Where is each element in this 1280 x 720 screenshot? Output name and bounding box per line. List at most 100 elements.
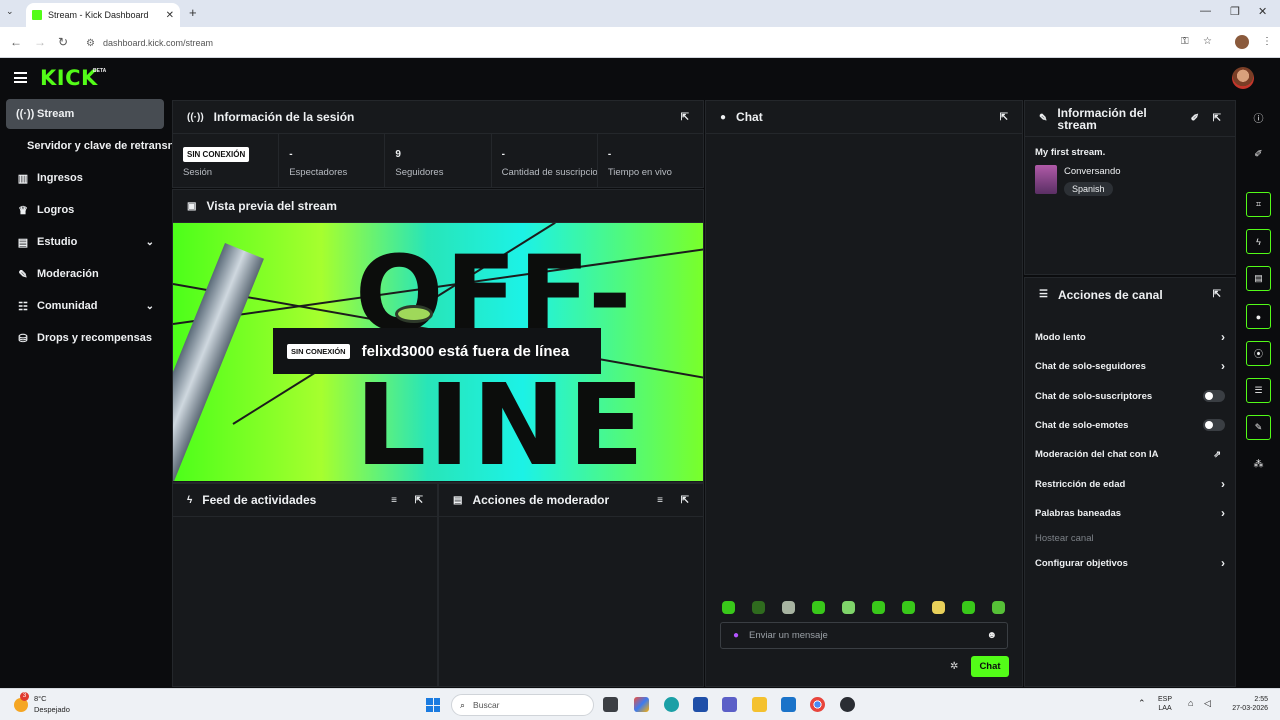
teams-icon[interactable] [722,697,737,712]
camera-focus-icon[interactable]: ⌗ [1246,192,1271,217]
url-field[interactable]: ⚙ dashboard.kick.com/stream [86,33,213,53]
action-label: Restricción de edad [1035,478,1126,490]
action-age-restriction[interactable]: Restricción de edad › [1035,474,1225,494]
close-window-icon[interactable]: ✕ [1258,5,1267,18]
emote-icon[interactable] [752,601,765,614]
sidebar-item-server-key[interactable]: Servidor y clave de retransn [6,131,176,161]
gear-icon[interactable]: ✲ [950,661,958,672]
edit-pencil-icon[interactable]: ✐ [1246,142,1271,167]
new-tab-icon[interactable]: + [189,5,197,20]
filter-icon[interactable]: ≡ [657,495,663,506]
popout-icon[interactable]: ⇱ [1213,113,1221,124]
sidebar-item-moderation[interactable]: ✎ Moderación [6,259,164,289]
dashboard-sidebar: ((·)) Stream Servidor y clave de retrans… [0,98,174,688]
lightning-icon[interactable]: ϟ [1246,229,1271,254]
popout-icon[interactable]: ⇱ [1213,289,1221,300]
popout-icon[interactable]: ⇱ [1000,112,1008,123]
show-hidden-icons-icon[interactable]: ⌃ [1138,699,1146,708]
popout-icon[interactable]: ⇱ [681,112,689,123]
action-followers-only[interactable]: Chat de solo-seguidores › [1035,356,1225,376]
browser-tab[interactable]: Stream - Kick Dashboard ✕ [26,3,180,27]
sidebar-item-drops[interactable]: ⛁ Drops y recompensas [6,323,164,353]
chrome-icon[interactable] [810,697,825,712]
clock[interactable]: 2:55 27-03-2026 [1222,695,1268,713]
action-subscribers-only: Chat de solo-suscriptores [1035,386,1225,406]
action-banned-words[interactable]: Palabras baneadas › [1035,503,1225,523]
chat-panel: ● Chat ⇱ [705,100,1023,687]
browser-menu-icon[interactable]: ⋮ [1262,36,1272,47]
studio-icon: ▤ [17,236,29,249]
edit-pencil-icon[interactable]: ✐ [1191,113,1199,124]
emote-icon[interactable] [932,601,945,614]
restore-icon[interactable]: ❐ [1230,5,1240,18]
microphone-icon[interactable]: ● [733,630,739,641]
chat-message-input[interactable]: ● Enviar un mensaje ☻ [720,622,1008,649]
action-ai-moderation[interactable]: Moderación del chat con IA ⇗ [1035,444,1225,464]
sidebar-item-community[interactable]: ☷ Comunidad ⌄ [6,291,164,321]
browser-profile-icon[interactable] [1235,35,1249,49]
close-tab-icon[interactable]: ✕ [166,10,174,21]
channel-actions-icon[interactable]: ☰ [1246,378,1271,403]
action-slow-mode[interactable]: Modo lento › [1035,327,1225,347]
emote-icon[interactable] [902,601,915,614]
sidebar-item-achievements[interactable]: ♛ Logros [6,195,164,225]
filter-icon[interactable]: ≡ [391,495,397,506]
back-icon[interactable]: ← [10,35,22,49]
emote-icon[interactable] [872,601,885,614]
volume-icon[interactable]: ◁ [1204,699,1211,708]
emotes-only-toggle[interactable] [1203,419,1225,431]
copilot-icon[interactable] [634,697,649,712]
emote-icon[interactable] [992,601,1005,614]
task-view-icon[interactable] [603,697,618,712]
panel-header: ✎ Información del stream ✐ ⇱ [1025,101,1235,137]
bookmark-star-icon[interactable]: ☆ [1203,36,1212,47]
sidebar-item-stream[interactable]: ((·)) Stream [6,99,164,129]
kick-logo[interactable]: KICK [40,66,98,90]
send-chat-button[interactable]: Chat [971,656,1009,677]
site-info-icon[interactable]: ⚙ [86,38,95,49]
emote-icon[interactable] [722,601,735,614]
subscribers-only-toggle[interactable] [1203,390,1225,402]
file-explorer-icon[interactable] [752,697,767,712]
edge-icon[interactable] [664,697,679,712]
tab-search-icon[interactable]: ⌄ [6,6,14,17]
wrench-icon[interactable]: ✎ [1246,415,1271,440]
action-goals[interactable]: Configurar objetivos › [1035,553,1225,573]
clipboard-icon[interactable]: ▤ [1246,266,1271,291]
chat-bubble-icon[interactable]: ● [1246,304,1271,329]
store-icon[interactable] [693,697,708,712]
emoji-icon[interactable]: ☻ [986,630,997,641]
broadcast-icon: ((·)) [187,111,204,123]
weather-widget[interactable]: 3 8°C Despejado [14,692,74,716]
broadcast-icon[interactable]: ⦿ [1246,341,1271,366]
menu-icon[interactable] [14,72,27,83]
preview-icon: ▣ [187,200,197,212]
emote-icon[interactable] [812,601,825,614]
sidebar-item-label: Logros [37,204,75,216]
network-icon[interactable]: ⌂ [1188,699,1193,708]
sidebar-item-revenue[interactable]: ▥ Ingresos [6,163,164,193]
forward-icon[interactable]: → [34,35,46,49]
outlook-icon[interactable] [781,697,796,712]
add-widget-icon[interactable]: ⁂ [1246,452,1271,477]
taskbar-search[interactable]: ⌕ Buscar [451,694,594,716]
popout-icon[interactable]: ⇱ [415,495,423,506]
chevron-right-icon: › [1221,330,1225,344]
password-key-icon[interactable]: ⚿ [1181,36,1189,47]
tab-title: Stream - Kick Dashboard [48,10,149,20]
sidebar-item-studio[interactable]: ▤ Estudio ⌄ [6,227,164,257]
user-avatar[interactable] [1232,67,1254,89]
emote-icon[interactable] [842,601,855,614]
chart-icon: ▥ [17,172,29,185]
obs-icon[interactable] [840,697,855,712]
windows-start-icon[interactable] [426,698,440,712]
popout-icon[interactable]: ⇱ [681,495,689,506]
emote-icon[interactable] [782,601,795,614]
minimize-icon[interactable]: — [1200,5,1211,17]
reload-icon[interactable]: ↻ [58,35,68,49]
stat-subscriptions: - Cantidad de suscripciones [492,134,598,187]
info-icon[interactable]: ⓘ [1246,105,1271,130]
notification-count-badge: 3 [20,692,29,701]
language-indicator[interactable]: ESP LAA [1158,695,1172,713]
emote-icon[interactable] [962,601,975,614]
